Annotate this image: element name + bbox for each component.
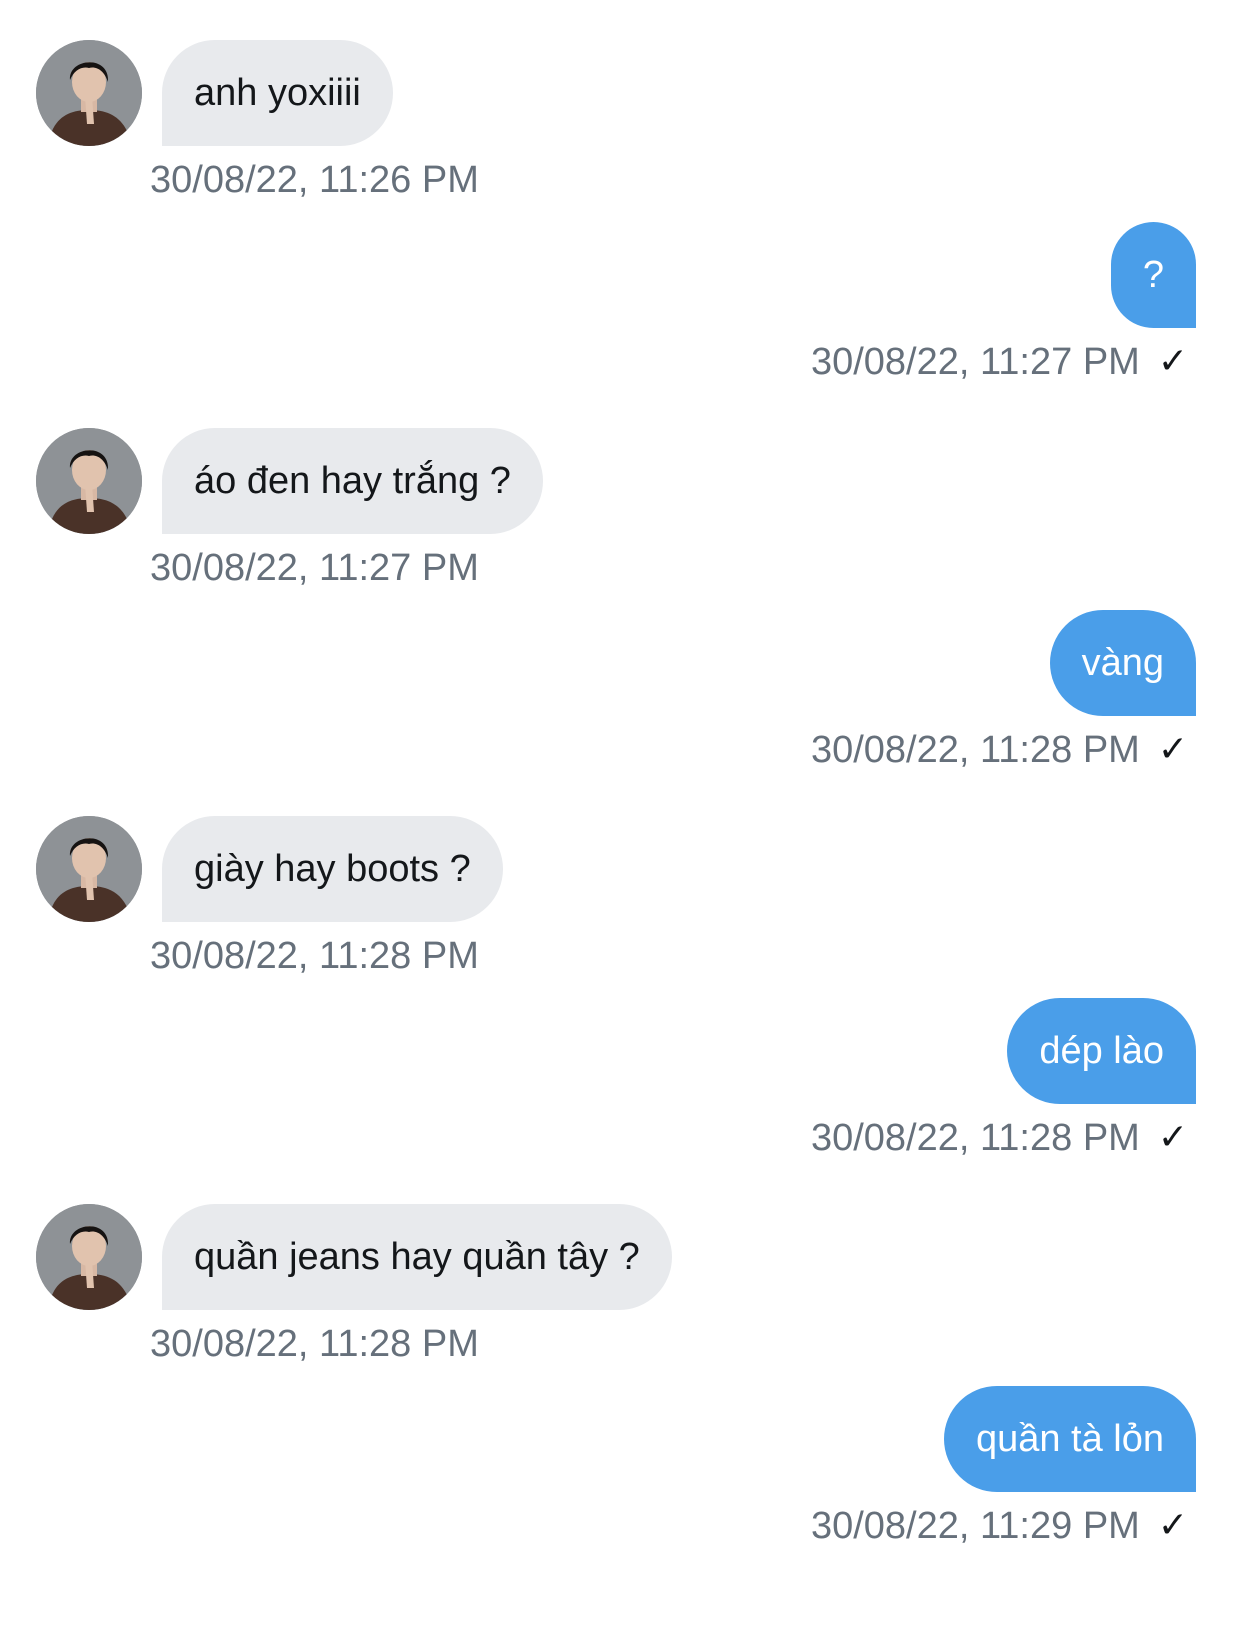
message-timestamp: 30/08/22, 11:28 PM ✓ [811,1116,1188,1160]
timestamp-text: 30/08/22, 11:28 PM [150,1323,479,1365]
message-timestamp: 30/08/22, 11:26 PM [150,158,479,202]
check-icon: ✓ [1157,1505,1188,1546]
message-timestamp: 30/08/22, 11:27 PM ✓ [811,340,1188,384]
message-bubble[interactable]: anh yoxiiii [162,40,393,146]
timestamp-text: 30/08/22, 11:29 PM [810,1505,1140,1547]
avatar[interactable] [36,1204,142,1310]
check-icon: ✓ [1157,729,1188,770]
message-bubble[interactable]: dép lào [1007,998,1196,1104]
message-timestamp: 30/08/22, 11:28 PM ✓ [811,728,1188,772]
avatar-photo [36,40,142,146]
timestamp-text: 30/08/22, 11:27 PM [150,547,479,589]
message-bubble[interactable]: ? [1110,222,1196,328]
message-bubble[interactable]: áo đen hay trắng ? [162,428,543,534]
avatar[interactable] [36,40,142,146]
timestamp-text: 30/08/22, 11:28 PM [810,1117,1140,1159]
message-bubble[interactable]: giày hay boots ? [162,816,503,922]
message-thread: anh yoxiiii 30/08/22, 11:26 PM ? 30/08/2… [0,0,1242,1649]
message-timestamp: 30/08/22, 11:28 PM [150,934,479,978]
avatar-photo [36,816,142,922]
avatar[interactable] [36,428,142,534]
avatar[interactable] [36,816,142,922]
message-bubble[interactable]: vàng [1049,610,1196,716]
timestamp-text: 30/08/22, 11:26 PM [150,159,479,201]
avatar-photo [36,1204,142,1310]
message-timestamp: 30/08/22, 11:27 PM [150,546,479,590]
message-timestamp: 30/08/22, 11:28 PM [150,1322,479,1366]
message-timestamp: 30/08/22, 11:29 PM ✓ [811,1504,1188,1548]
timestamp-text: 30/08/22, 11:28 PM [150,935,479,977]
check-icon: ✓ [1157,341,1188,382]
check-icon: ✓ [1157,1117,1188,1158]
message-bubble[interactable]: quần tà lỏn [943,1386,1196,1492]
avatar-photo [36,428,142,534]
timestamp-text: 30/08/22, 11:28 PM [810,729,1140,771]
timestamp-text: 30/08/22, 11:27 PM [810,341,1140,383]
message-bubble[interactable]: quần jeans hay quần tây ? [162,1204,672,1310]
